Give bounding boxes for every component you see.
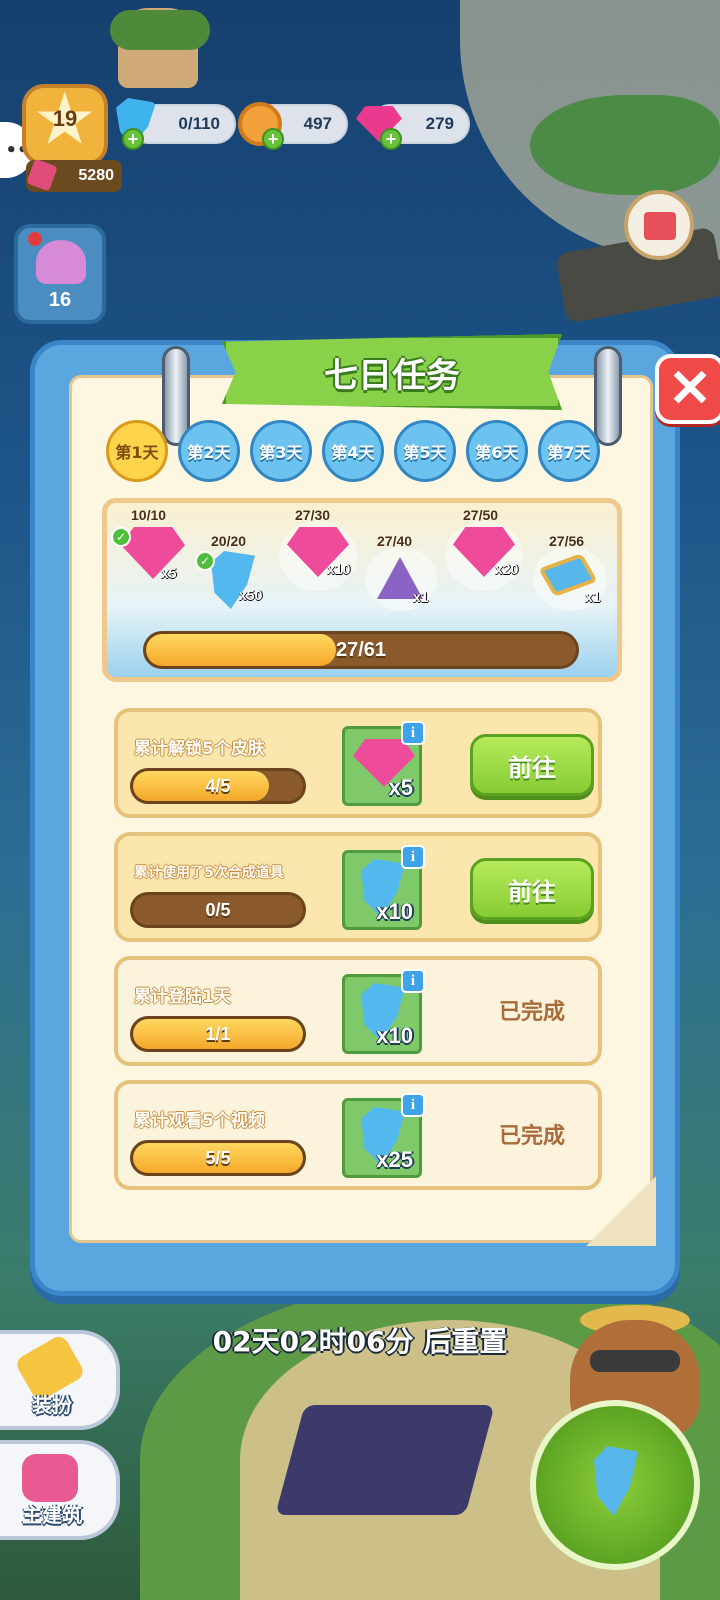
- milestone-2[interactable]: 20/20 ✓ x50: [191, 533, 277, 623]
- task-progress-bar: 1/1: [130, 1016, 306, 1052]
- milestone-progress: 27/50: [463, 507, 499, 523]
- tree-canopy: [110, 10, 210, 50]
- close-button[interactable]: ✕: [655, 354, 720, 424]
- tab-day-6[interactable]: 第6天: [466, 420, 528, 482]
- milestone-3[interactable]: 27/30 x10: [277, 507, 361, 597]
- notification-dot: [28, 232, 42, 246]
- player-level-badge[interactable]: 19: [22, 82, 108, 166]
- task-progress-bar: 4/5: [130, 768, 306, 804]
- task-progress-text: 0/5: [205, 899, 231, 920]
- task-row: 累计登陆1天 1/1 i x10 已完成: [114, 956, 602, 1066]
- total-progress-bar: 27/61: [143, 631, 579, 669]
- go-button[interactable]: 前往: [470, 734, 594, 796]
- seven-day-task-dialog: 七日任务 ✕ 第1天 第2天 第3天 第4天 第5天 第6天 第7天 10/10…: [30, 334, 720, 1296]
- milestone-progress: 10/10: [131, 507, 167, 523]
- milestone-5[interactable]: 27/50 x20: [443, 507, 529, 597]
- milestone-qty: x5: [161, 565, 177, 581]
- reward-qty: x10: [376, 1023, 413, 1048]
- dialog-title-banner: 七日任务: [222, 334, 562, 410]
- go-button[interactable]: 前往: [470, 858, 594, 920]
- energy-value: 0/110: [178, 114, 220, 133]
- task-paper: 七日任务 ✕ 第1天 第2天 第3天 第4天 第5天 第6天 第7天 10/10…: [69, 334, 720, 1246]
- info-icon[interactable]: i: [401, 1093, 425, 1117]
- reward-qty: x10: [376, 899, 413, 924]
- add-gems-button[interactable]: +: [380, 128, 402, 150]
- dress-up-label: 装扮: [32, 1393, 72, 1417]
- milestone-qty: x1: [413, 589, 429, 605]
- completed-label: 已完成: [498, 1000, 565, 1025]
- coin-value: 497: [303, 114, 332, 133]
- task-reward[interactable]: i x10: [342, 845, 425, 930]
- energy-boost-button[interactable]: [530, 1400, 700, 1570]
- tab-day-1[interactable]: 第1天: [106, 420, 168, 482]
- task-progress-text: 1/1: [205, 1023, 231, 1044]
- gem-value: 279: [425, 114, 454, 133]
- palm-leaves: [530, 95, 720, 195]
- claimed-check-icon: ✓: [195, 551, 215, 571]
- reward-qty: x5: [388, 775, 413, 800]
- main-building-button[interactable]: 主建筑: [0, 1440, 120, 1540]
- claimed-check-icon: ✓: [111, 527, 131, 547]
- reward-qty: x25: [376, 1147, 413, 1172]
- tab-day-4[interactable]: 第4天: [322, 420, 384, 482]
- sunglasses-icon: [590, 1350, 680, 1372]
- shell-event-button[interactable]: 16: [14, 224, 106, 324]
- milestone-progress: 20/20: [211, 533, 247, 549]
- milestone-progress: 27/30: [295, 507, 331, 523]
- milestone-qty: x50: [239, 587, 263, 603]
- milestone-qty: x20: [495, 561, 519, 577]
- task-title: 累计解锁5个皮肤: [134, 739, 265, 759]
- milestone-qty: x1: [585, 589, 601, 605]
- day-tabs: 第1天 第2天 第3天 第4天 第5天 第6天 第7天: [106, 420, 606, 484]
- xp-value: 5280: [78, 167, 114, 184]
- task-reward[interactable]: i x10: [342, 969, 425, 1054]
- task-progress-text: 4/5: [205, 775, 231, 796]
- dialog-title: 七日任务: [324, 355, 460, 396]
- completed-label: 已完成: [498, 1124, 565, 1149]
- task-row: 累计观看5个视频 5/5 i x25 已完成: [114, 1080, 602, 1190]
- milestone-progress: 27/56: [549, 533, 585, 549]
- task-title: 累计使用了5次合成道具: [134, 865, 284, 881]
- task-title: 累计登陆1天: [134, 987, 231, 1007]
- level-star-icon: 19: [36, 82, 93, 157]
- milestone-4[interactable]: 27/40 x1: [361, 533, 445, 623]
- camera-icon: [22, 1454, 78, 1502]
- task-row: 累计使用了5次合成道具 0/5 i x10 前往: [114, 832, 602, 942]
- dress-up-button[interactable]: 装扮: [0, 1330, 120, 1430]
- picnic-rug: [275, 1405, 495, 1515]
- milestone-qty: x10: [327, 561, 351, 577]
- tab-day-7[interactable]: 第7天: [538, 420, 600, 482]
- page-curl: [586, 1176, 656, 1246]
- add-coins-button[interactable]: +: [262, 128, 284, 150]
- shell-icon: [36, 240, 86, 284]
- milestone-progress: 27/40: [377, 533, 413, 549]
- player-level: 19: [52, 106, 78, 131]
- total-progress-text: 27/61: [335, 638, 387, 661]
- task-reward[interactable]: i x5: [342, 721, 425, 806]
- tab-day-2[interactable]: 第2天: [178, 420, 240, 482]
- info-icon[interactable]: i: [401, 845, 425, 869]
- shell-count: 16: [48, 289, 72, 311]
- task-reward[interactable]: i x25: [342, 1093, 425, 1178]
- task-row: 累计解锁5个皮肤 4/5 i x5 前往: [114, 708, 602, 818]
- milestone-1[interactable]: 10/10 ✓ x5: [111, 507, 191, 607]
- tab-day-3[interactable]: 第3天: [250, 420, 312, 482]
- task-progress-bar: 0/5: [130, 892, 306, 928]
- milestone-rewards-panel: 10/10 ✓ x5 20/20 ✓ x50 27/30 x10 27/40 x…: [102, 498, 622, 682]
- task-title: 累计观看5个视频: [134, 1111, 265, 1131]
- info-icon[interactable]: i: [401, 721, 425, 745]
- milestone-6[interactable]: 27/56 x1: [531, 533, 617, 623]
- task-progress-text: 5/5: [205, 1147, 231, 1168]
- main-building-label: 主建筑: [22, 1503, 82, 1527]
- info-icon[interactable]: i: [401, 969, 425, 993]
- task-progress-bar: 5/5: [130, 1140, 306, 1176]
- shop-icon[interactable]: [624, 190, 694, 260]
- add-energy-button[interactable]: +: [122, 128, 144, 150]
- tab-day-5[interactable]: 第5天: [394, 420, 456, 482]
